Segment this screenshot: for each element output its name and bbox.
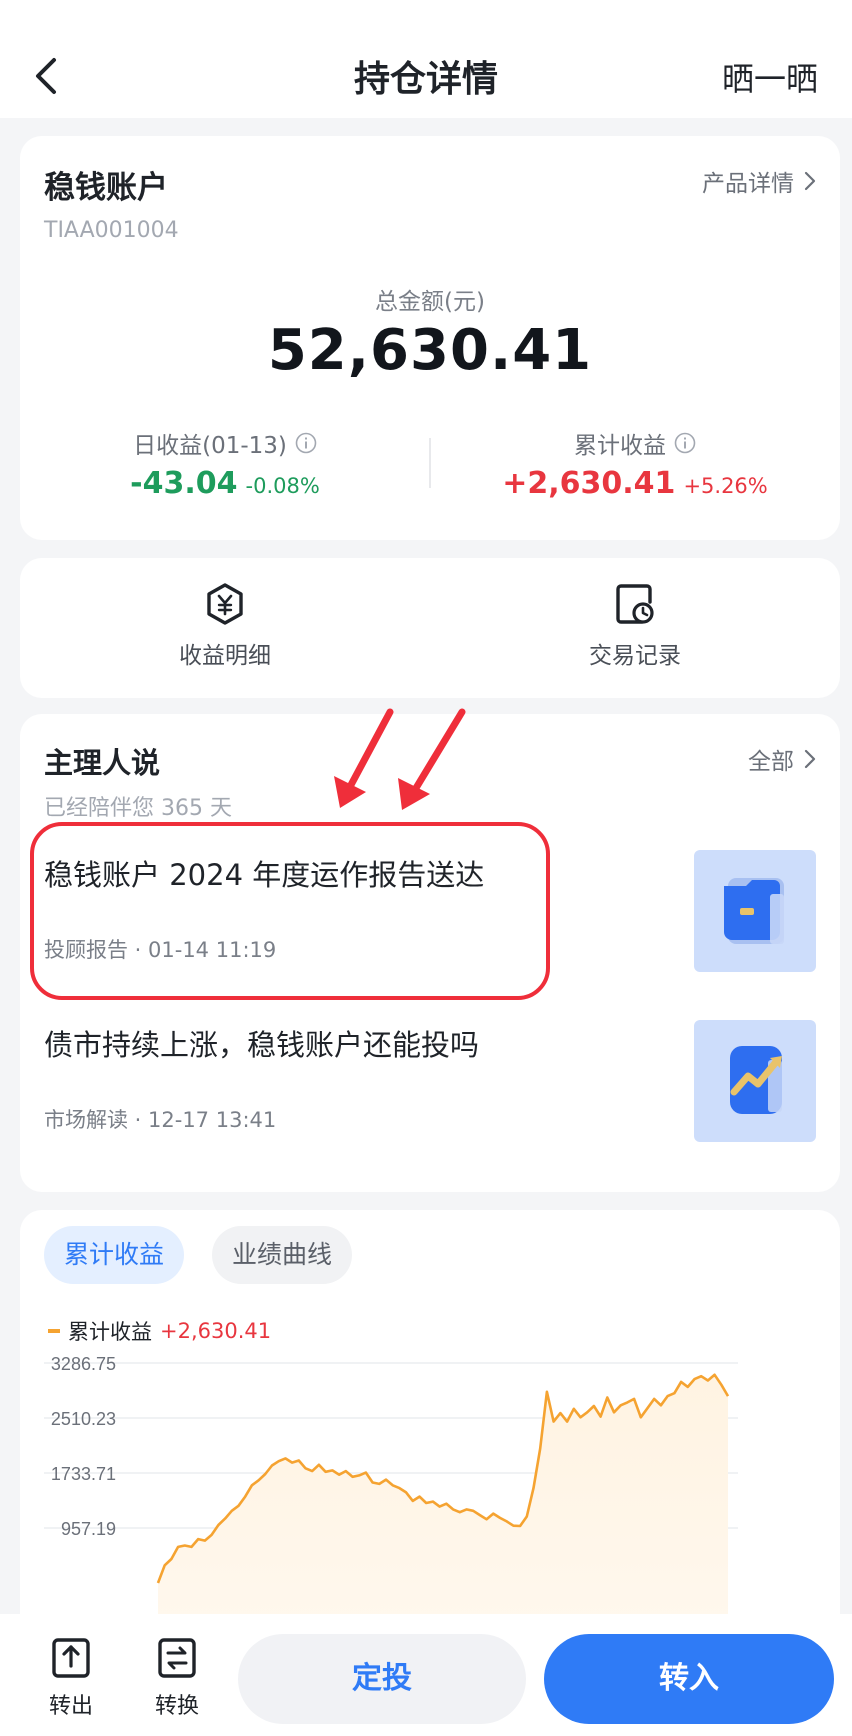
article-item[interactable]: 稳钱账户 2024 年度运作报告送达 投顾报告 · 01-14 11:19	[44, 850, 816, 976]
article-title: 稳钱账户 2024 年度运作报告送达	[44, 858, 485, 892]
companion-days: 已经陪伴您 365 天	[44, 796, 232, 821]
swap-icon	[158, 1638, 196, 1678]
profit-detail-button[interactable]: 收益明细	[20, 582, 430, 670]
article-thumbnail	[694, 850, 816, 972]
article-title: 债市持续上涨，稳钱账户还能投吗	[44, 1028, 480, 1062]
y-tick-label: 957.19	[61, 1519, 116, 1539]
trend-up-icon	[730, 1046, 782, 1114]
view-all-link[interactable]: 全部	[748, 742, 816, 776]
manager-notes-card: 主理人说 全部 已经陪伴您 365 天 稳钱账户 2024 年度运作报告送达 投…	[20, 714, 840, 1192]
profit-detail-label: 收益明细	[179, 643, 271, 669]
daily-profit-percent: -0.08%	[245, 474, 320, 498]
y-tick-label: 2510.23	[51, 1409, 116, 1429]
info-icon[interactable]	[674, 432, 696, 454]
article-thumbnail	[694, 1020, 816, 1142]
transfer-in-button[interactable]: 转入	[544, 1634, 834, 1724]
product-detail-link[interactable]: 产品详情	[702, 164, 816, 198]
total-amount-value: 52,630.41	[267, 318, 593, 383]
upload-tray-icon	[52, 1638, 90, 1678]
account-code: TIAA001004	[44, 218, 179, 243]
transaction-record-label: 交易记录	[589, 643, 681, 669]
info-icon[interactable]	[295, 432, 317, 454]
account-name: 稳钱账户	[44, 170, 168, 206]
product-detail-label: 产品详情	[702, 171, 794, 197]
chevron-right-icon	[804, 171, 816, 191]
view-all-label: 全部	[748, 749, 794, 775]
yuan-shield-icon	[207, 583, 243, 625]
folder-icon	[724, 878, 784, 944]
top-nav-bar: 持仓详情 晒一晒	[0, 0, 852, 118]
account-summary-card: 稳钱账户 TIAA001004 产品详情 总金额(元) 52,630.41 日收…	[20, 136, 840, 540]
switch-button[interactable]: 转换	[142, 1636, 212, 1720]
cumulative-profit-value: +2,630.41	[502, 466, 676, 501]
cumulative-profit-stat: 累计收益 +2,630.41 +5.26%	[430, 426, 840, 501]
daily-profit-label: 日收益(01-13)	[133, 433, 287, 459]
switch-label: 转换	[154, 1694, 199, 1719]
transfer-out-button[interactable]: 转出	[36, 1636, 106, 1720]
daily-profit-value: -43.04	[130, 466, 238, 501]
article-item[interactable]: 债市持续上涨，稳钱账户还能投吗 市场解读 · 12-17 13:41	[44, 1020, 816, 1146]
cumulative-profit-percent: +5.26%	[683, 474, 768, 498]
y-tick-label: 3286.75	[51, 1354, 116, 1374]
chevron-right-icon	[804, 749, 816, 769]
document-clock-icon	[616, 584, 654, 624]
y-tick-label: 1733.71	[51, 1464, 116, 1484]
total-amount-label: 总金额(元)	[375, 289, 485, 315]
share-button[interactable]: 晒一晒	[722, 54, 818, 100]
auto-invest-button[interactable]: 定投	[238, 1634, 526, 1724]
transfer-out-label: 转出	[48, 1694, 93, 1719]
transaction-record-button[interactable]: 交易记录	[430, 582, 840, 670]
bottom-action-bar: 转出 转换 定投 转入	[0, 1614, 852, 1736]
daily-profit-stat: 日收益(01-13) -43.04 -0.08%	[20, 426, 430, 501]
quick-actions-card: 收益明细 交易记录	[20, 558, 840, 698]
article-meta: 市场解读 · 12-17 13:41	[44, 1108, 277, 1132]
section-title: 主理人说	[44, 746, 161, 780]
cumulative-profit-label: 累计收益	[574, 433, 666, 459]
article-meta: 投顾报告 · 01-14 11:19	[44, 938, 277, 962]
